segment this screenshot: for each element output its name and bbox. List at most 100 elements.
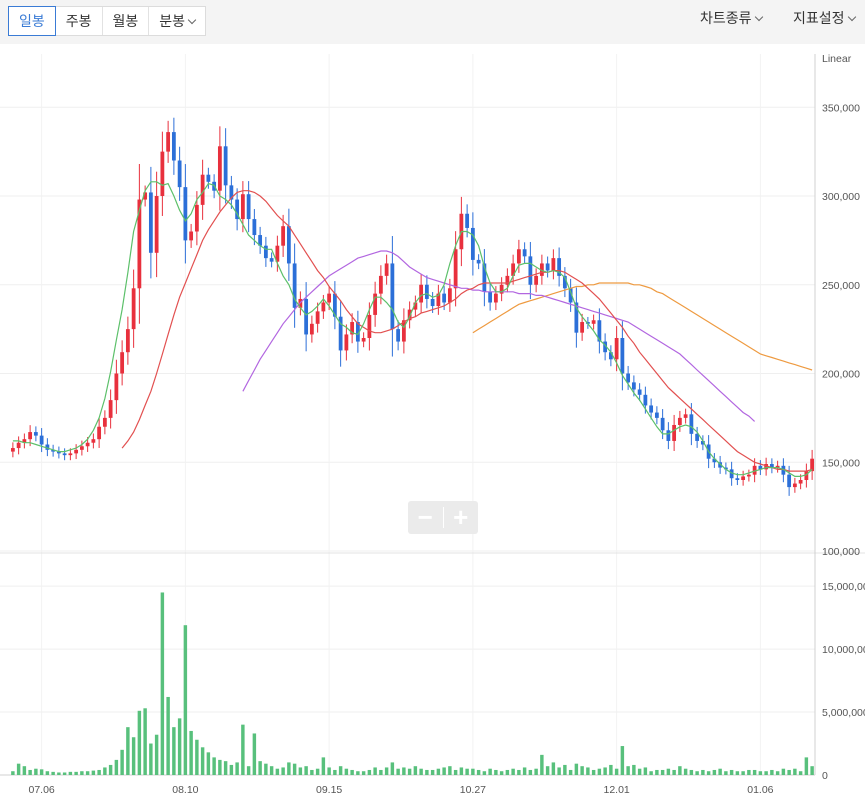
date-tick-label: 10.27 <box>460 784 486 796</box>
candle-body <box>206 174 211 182</box>
chevron-down-icon <box>754 12 763 22</box>
volume-bar <box>540 754 544 775</box>
candle-body <box>183 187 188 241</box>
gridlines <box>0 54 815 776</box>
candle-body <box>430 298 435 307</box>
candle-body <box>246 194 251 220</box>
volume-bar <box>407 768 412 775</box>
volume-bar <box>91 770 96 775</box>
volume-bar <box>620 746 625 775</box>
zoom-in-button[interactable]: + <box>444 501 479 534</box>
tab-daily[interactable]: 일봉 <box>8 6 56 36</box>
volume-bar <box>706 771 711 775</box>
axis-labels: Linear 100,000 150,000 200,000 250,000 300,00… <box>28 53 865 796</box>
candle-body <box>286 226 291 264</box>
volume-bar <box>793 768 797 775</box>
volume-bar <box>143 708 147 775</box>
candle-body <box>315 311 320 324</box>
volume-bar <box>298 767 303 775</box>
date-tick-label: 07.06 <box>28 784 54 796</box>
volume-bar <box>172 727 176 775</box>
candle-body <box>85 442 90 447</box>
volume-bar <box>683 768 688 775</box>
volume-bar <box>781 768 786 775</box>
candle-body <box>447 288 452 303</box>
volume-bar <box>356 771 360 775</box>
chevron-down-icon <box>187 15 197 25</box>
volume-bar <box>534 768 538 775</box>
price-tick-label: 300,000 <box>822 191 860 203</box>
volume-bar <box>419 768 423 775</box>
tab-minute-label: 분봉 <box>159 13 186 29</box>
candle-body <box>631 382 636 390</box>
candle-body <box>194 204 199 232</box>
volume-bar <box>701 769 705 775</box>
volume-bar <box>258 761 262 775</box>
candle-body <box>792 483 797 488</box>
volume-bar <box>729 769 734 775</box>
candle-body <box>189 231 194 241</box>
volume-bar <box>471 768 475 775</box>
candle-body <box>240 194 245 220</box>
volume-bar <box>200 747 205 775</box>
volume-bar <box>344 768 349 775</box>
candle-body <box>91 439 96 443</box>
volume-bar <box>597 768 602 775</box>
volume-bar <box>390 762 395 775</box>
volume-bar <box>195 739 199 775</box>
candle-body <box>453 249 458 289</box>
candle-body <box>470 227 475 260</box>
candle-body <box>591 320 596 324</box>
volume-bar <box>126 727 130 775</box>
candle-body <box>16 442 21 449</box>
candle-body <box>125 329 130 353</box>
tab-weekly[interactable]: 주봉 <box>56 7 103 35</box>
tab-monthly[interactable]: 월봉 <box>103 7 150 35</box>
volume-bar <box>137 710 142 775</box>
volume-bar <box>747 769 751 775</box>
volume-bar <box>223 761 228 775</box>
candle-body <box>516 249 521 264</box>
volume-bar <box>51 771 55 775</box>
volume-bar <box>603 767 607 775</box>
candle-body <box>545 263 550 271</box>
candle-body <box>120 352 125 374</box>
date-tick-label: 08.10 <box>172 784 198 796</box>
candle-body <box>654 412 659 418</box>
candle-body <box>643 394 648 406</box>
volume-bar <box>655 769 659 775</box>
candle-body <box>33 432 38 436</box>
volume-bar <box>304 766 308 775</box>
volume-tick-label: 0 <box>822 770 828 782</box>
candle-body <box>580 322 585 333</box>
zoom-out-button[interactable]: − <box>408 501 443 534</box>
volume-bar <box>39 769 44 775</box>
volume-tick-label: 10,000,000 <box>822 644 865 656</box>
volume-bar <box>551 762 556 775</box>
candle-body <box>166 132 171 152</box>
volume-bar <box>264 763 268 775</box>
candle-body <box>672 424 677 441</box>
volume-bar <box>108 764 113 775</box>
stock-chart[interactable]: Linear 100,000 150,000 200,000 250,000 300,00… <box>0 44 865 801</box>
volume-bar <box>678 766 682 775</box>
volume-bar <box>310 769 314 775</box>
volume-bar <box>505 769 510 775</box>
volume-bar <box>689 769 694 775</box>
volume-bar <box>183 625 188 775</box>
volume-bar <box>425 769 429 775</box>
volume-bar <box>568 769 573 775</box>
indicator-menu[interactable]: 지표설정 <box>793 8 856 28</box>
candle-body <box>735 478 740 480</box>
volume-bar <box>206 752 211 775</box>
volume-bar <box>149 743 153 775</box>
candle-body <box>666 430 671 441</box>
period-tabs: 일봉 주봉 월봉 분봉 <box>8 6 207 36</box>
volume-bar <box>275 768 280 775</box>
volume-tick-label: 5,000,000 <box>822 707 865 719</box>
volume-bar <box>804 757 809 775</box>
tab-minute[interactable]: 분봉 <box>149 7 205 35</box>
chart-type-menu[interactable]: 차트종류 <box>700 8 763 28</box>
volume-bar <box>22 766 27 775</box>
volume-bar <box>85 771 90 775</box>
